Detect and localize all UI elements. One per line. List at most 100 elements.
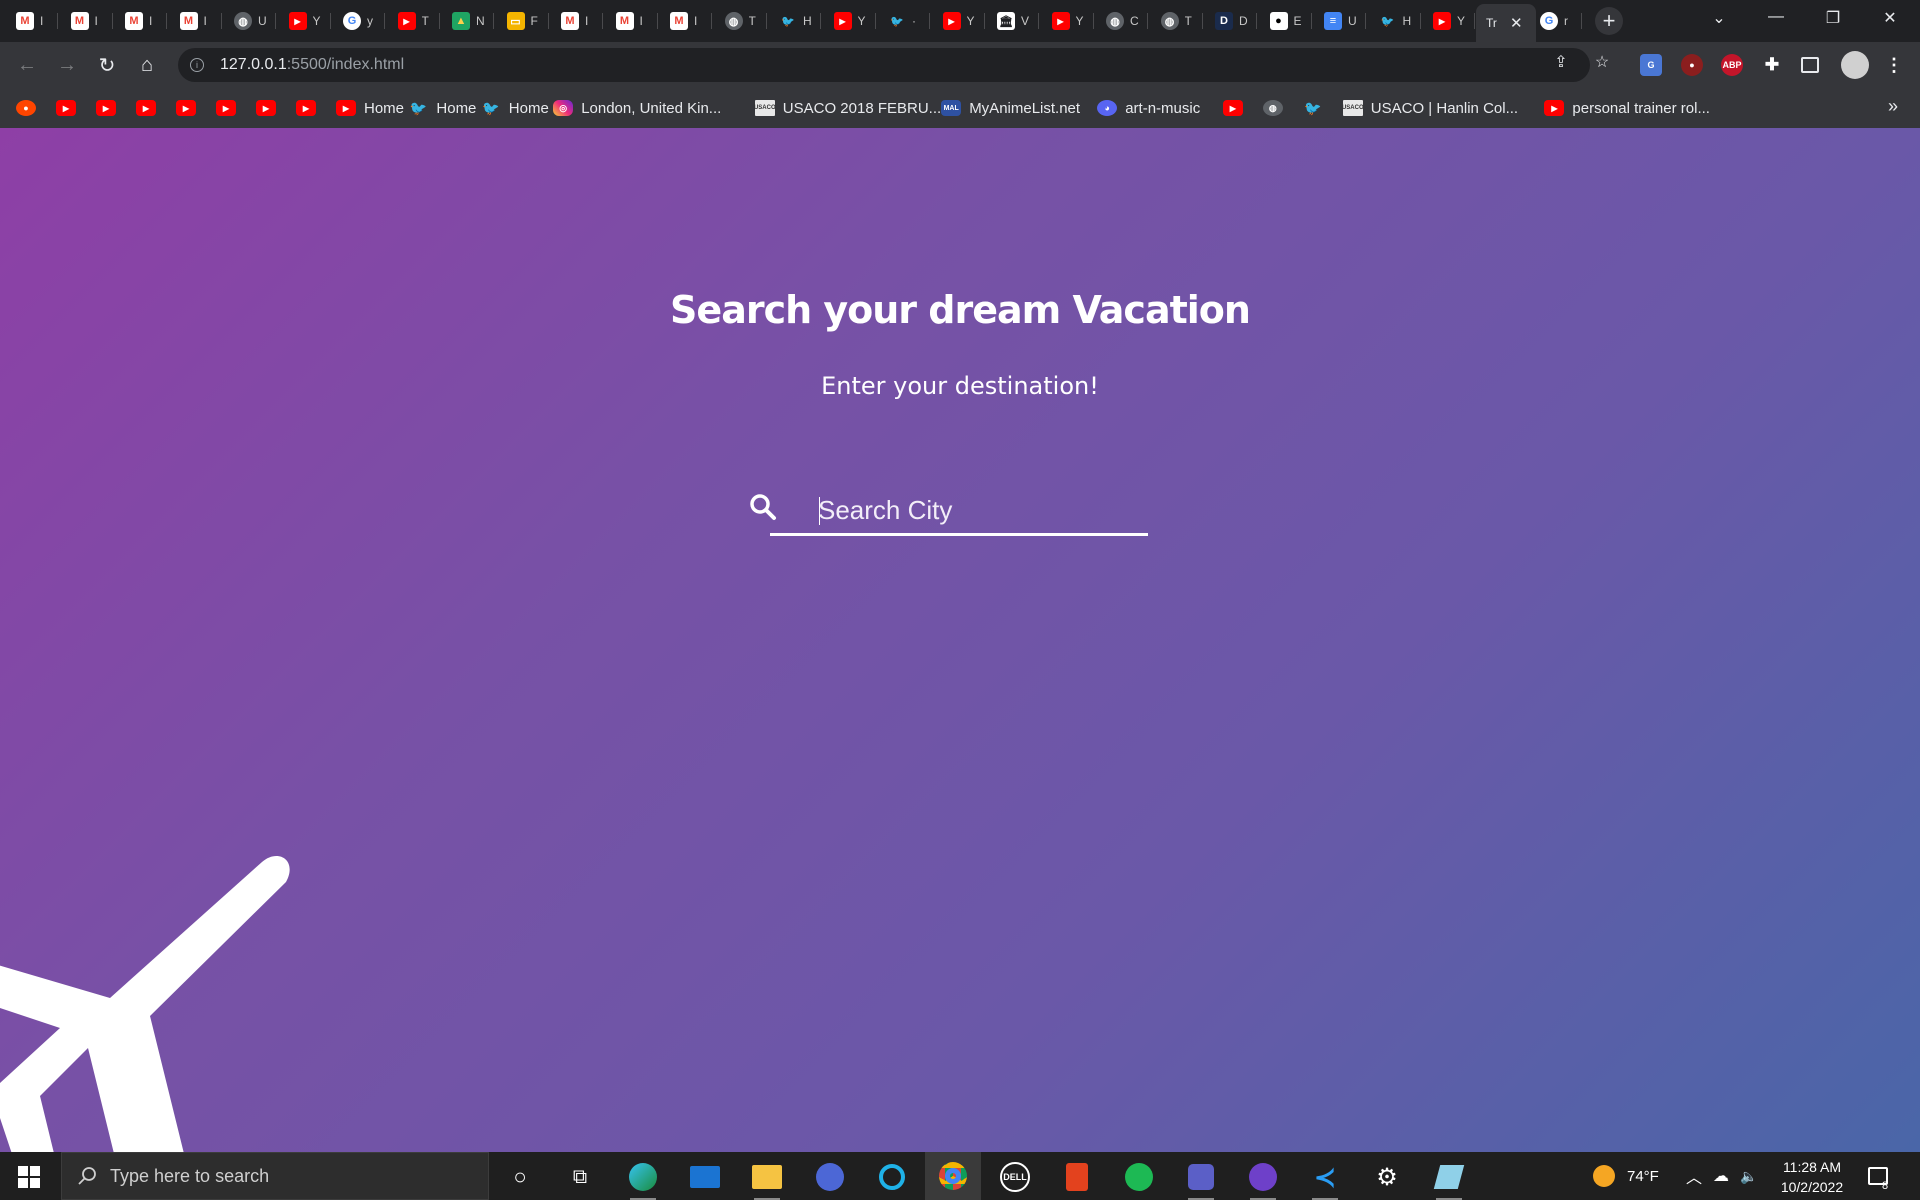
bookmark-item[interactable]	[136, 98, 156, 118]
bookmark-item[interactable]: Home	[336, 98, 404, 118]
bookmarks-overflow-icon[interactable]: »	[1888, 96, 1898, 117]
volume-icon[interactable]: 🔈	[1740, 1152, 1757, 1200]
bookmark-item[interactable]: USACO USACO | Hanlin Col...	[1342, 98, 1518, 118]
settings-gear-icon[interactable]: ⚙	[1372, 1162, 1402, 1192]
bookmark-item[interactable]: ◍	[1262, 98, 1283, 118]
bookmark-item[interactable]	[216, 98, 236, 118]
tray-overflow-icon[interactable]: ︿	[1686, 1152, 1702, 1200]
browser-tab[interactable]: Gy	[333, 7, 385, 35]
reload-icon[interactable]: ↻	[93, 51, 121, 79]
address-bar[interactable]: i 127.0.0.1:5500/index.html	[178, 48, 1590, 82]
tab-search-icon[interactable]: ⌄	[1707, 8, 1731, 28]
edge-icon[interactable]	[628, 1162, 658, 1200]
extensions-puzzle-icon[interactable]: ✚	[1761, 54, 1783, 76]
browser-tab[interactable]: ▶ Y	[933, 7, 985, 35]
home-icon[interactable]: ⌂	[133, 51, 161, 79]
dell-icon[interactable]: DELL	[1000, 1162, 1030, 1192]
github-desktop-icon[interactable]	[1248, 1162, 1278, 1200]
bookmark-item[interactable]: 🐦	[1303, 98, 1323, 118]
bookmark-item[interactable]: ◕ art-n-music	[1097, 98, 1200, 118]
teams-icon[interactable]	[1186, 1162, 1216, 1200]
record-extension-icon[interactable]: ●	[1681, 54, 1703, 76]
browser-tab[interactable]: ▭ F	[497, 7, 549, 35]
bookmark-item[interactable]	[1222, 98, 1243, 118]
bookmark-item[interactable]: personal trainer rol...	[1544, 98, 1710, 118]
bookmark-item[interactable]: ●	[16, 98, 36, 118]
browser-tab[interactable]: MI	[551, 7, 603, 35]
browser-tab[interactable]: MI	[6, 7, 58, 35]
browser-tab[interactable]: ▶ T	[388, 7, 440, 35]
share-icon[interactable]: ⇪	[1550, 51, 1572, 73]
profile-avatar[interactable]	[1841, 51, 1869, 79]
browser-tab[interactable]: MI	[660, 7, 712, 35]
bookmark-item[interactable]: USACO USACO 2018 FEBRU...	[754, 98, 941, 118]
browser-tab[interactable]: ◍ T	[1151, 7, 1203, 35]
side-panel-icon[interactable]	[1801, 57, 1819, 73]
browser-tab[interactable]: ≡ U	[1314, 7, 1366, 35]
browser-tab[interactable]: 🐦 H	[769, 7, 821, 35]
file-explorer-icon[interactable]	[752, 1162, 782, 1200]
chrome-icon[interactable]	[925, 1152, 981, 1200]
browser-toolbar: ← → ↻ ⌂ i 127.0.0.1:5500/index.html ⇪ ☆ …	[0, 42, 1920, 88]
vscode-icon[interactable]: ≺	[1310, 1162, 1340, 1200]
minimize-icon[interactable]: —	[1764, 8, 1788, 26]
browser-tab[interactable]: ▲ N	[442, 7, 494, 35]
close-window-icon[interactable]: ✕	[1878, 8, 1902, 28]
browser-tab[interactable]: MI	[61, 7, 113, 35]
restore-icon[interactable]: ❐	[1821, 8, 1845, 28]
search-city-input[interactable]	[818, 488, 1138, 532]
mail-icon[interactable]	[690, 1162, 720, 1192]
snipping-tool-icon[interactable]	[1433, 1162, 1465, 1200]
weather-widget[interactable]: 74°F	[1593, 1152, 1659, 1200]
browser-tab[interactable]: 🏛 V	[987, 7, 1039, 35]
browser-tab[interactable]: ▶ Y	[1423, 7, 1475, 35]
browser-tab[interactable]: MI	[606, 7, 658, 35]
browser-tab[interactable]: DD	[1205, 7, 1257, 35]
browser-tab[interactable]: ◍ C	[1096, 7, 1148, 35]
browser-tab[interactable]: ◍ T	[715, 7, 767, 35]
bookmark-item[interactable]	[296, 98, 316, 118]
windows-start-icon[interactable]	[18, 1166, 40, 1188]
site-info-icon[interactable]: i	[190, 58, 204, 72]
browser-tab[interactable]: ▶ Y	[824, 7, 876, 35]
browser-tab[interactable]: 🐦 ·	[878, 7, 930, 35]
taskbar-search-box[interactable]: Type here to search	[61, 1152, 489, 1200]
translate-extension-icon[interactable]: G	[1640, 54, 1662, 76]
browser-tab[interactable]: ▶ Y	[279, 7, 331, 35]
spotify-icon[interactable]	[1124, 1162, 1154, 1192]
menu-kebab-icon[interactable]: ⋮	[1883, 54, 1905, 76]
tab-active[interactable]: Tr ✕	[1476, 4, 1536, 42]
bookmark-item[interactable]	[256, 98, 276, 118]
task-view-icon[interactable]: ⧉	[565, 1162, 595, 1192]
cortana-icon[interactable]: ○	[505, 1162, 535, 1192]
bookmark-item[interactable]	[176, 98, 196, 118]
globe-icon: ◍	[1106, 12, 1124, 30]
tab-google[interactable]: G r	[1530, 7, 1582, 35]
office-icon[interactable]	[1062, 1162, 1092, 1192]
new-tab-button[interactable]: +	[1595, 7, 1623, 35]
cloud-icon[interactable]: ☁	[1713, 1152, 1729, 1200]
browser-tab[interactable]: ● E	[1260, 7, 1312, 35]
system-clock[interactable]: 11:28 AM 10/2/2022	[1774, 1157, 1850, 1197]
tab-title: Y	[857, 14, 866, 28]
search-icon[interactable]	[748, 492, 778, 522]
bookmark-item[interactable]: MAL MyAnimeList.net	[941, 98, 1080, 118]
forward-icon[interactable]: →	[53, 51, 81, 79]
notifications-icon[interactable]: 8	[1868, 1152, 1888, 1200]
browser-tab[interactable]: MI	[115, 7, 167, 35]
browser-tab[interactable]: ▶ Y	[1042, 7, 1094, 35]
game-app-icon[interactable]	[815, 1162, 845, 1192]
back-icon[interactable]: ←	[13, 51, 41, 79]
bookmark-item[interactable]	[96, 98, 116, 118]
adblock-plus-icon[interactable]: ABP	[1721, 54, 1743, 76]
bookmark-item[interactable]: ◎ London, United Kin...	[553, 98, 721, 118]
bookmark-item[interactable]: 🐦 Home	[408, 98, 477, 118]
browser-tab[interactable]: MI	[170, 7, 222, 35]
browser-tab[interactable]: ◍ U	[224, 7, 276, 35]
browser-tab[interactable]: 🐦 H	[1369, 7, 1421, 35]
bookmark-star-icon[interactable]: ☆	[1591, 51, 1613, 73]
alexa-icon[interactable]	[877, 1162, 907, 1192]
bookmark-item[interactable]	[56, 98, 76, 118]
bookmark-item[interactable]: 🐦 Home	[481, 98, 549, 118]
close-tab-icon[interactable]: ✕	[1510, 14, 1523, 32]
